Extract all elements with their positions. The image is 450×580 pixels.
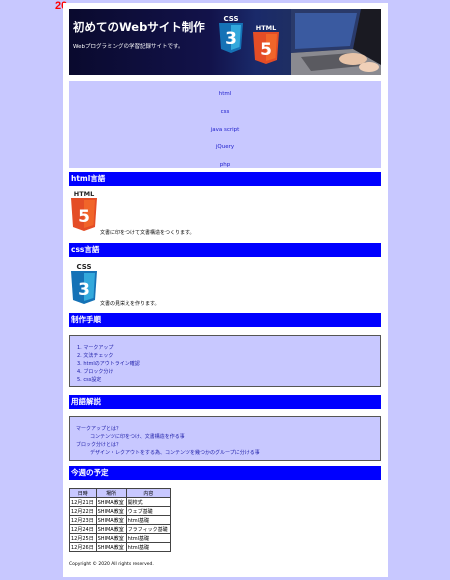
list-item: 3. htmlのアウトライン確認 (77, 361, 140, 367)
table-cell: 12月22日 (69, 506, 97, 516)
table-cell: フラフィック基礎 (125, 524, 172, 534)
table-cell: SHIMA教室 (95, 506, 127, 516)
glossary-term: ブロック分けとは？ (76, 442, 122, 448)
site-subtitle: Webプログラミングの学習記録サイトです。 (73, 44, 184, 50)
nav-link-css[interactable]: css (69, 109, 381, 115)
column-header-content: 内容 (125, 488, 172, 498)
list-item: 1. マークアップ (77, 345, 114, 351)
table-cell: SHIMA教室 (95, 533, 127, 543)
table-cell: SHIMA教室 (95, 497, 127, 507)
svg-text:5: 5 (260, 40, 272, 60)
css-description: 文書の見栄えを作ります。 (100, 301, 160, 307)
table-cell: SHIMA教室 (95, 515, 127, 525)
svg-text:HTML: HTML (74, 190, 94, 198)
svg-text:CSS: CSS (76, 263, 91, 271)
table-cell: html基礎 (125, 515, 172, 525)
glossary-definition: デザイン・レクアウトをする為、コンテンツを幾つかのグループに分ける事 (90, 450, 260, 456)
column-header-date: 日時 (69, 488, 97, 498)
table-row: 12月25日 SHIMA教室 html基礎 (69, 533, 172, 543)
table-row: 12月24日 SHIMA教室 フラフィック基礎 (69, 524, 172, 534)
nav-link-javascript[interactable]: java script (69, 127, 381, 133)
svg-text:5: 5 (78, 207, 90, 227)
table-cell: html基礎 (125, 533, 172, 543)
page-container: 初めてのWebサイト制作 Webプログラミングの学習記録サイトです。 CSS 3… (63, 3, 388, 577)
css3-logo-icon: CSS 3 (219, 15, 243, 53)
section-heading-glossary: 用語解説 (69, 395, 381, 409)
table-cell: SHIMA教室 (95, 542, 127, 552)
list-item: 4. ブロック分け (77, 369, 114, 375)
list-item: 5. css設定 (77, 377, 102, 383)
site-header: 初めてのWebサイト制作 Webプログラミングの学習記録サイトです。 CSS 3… (69, 9, 381, 75)
table-header-row: 日時 場所 内容 (69, 488, 172, 498)
main-navigation: html css java script jQuery php (69, 81, 381, 168)
css3-icon: CSS 3 (71, 263, 97, 304)
table-cell: 開校式 (125, 497, 172, 507)
site-title: 初めてのWebサイト制作 (73, 20, 205, 34)
table-row: 12月26日 SHIMA教室 html基礎 (69, 542, 172, 552)
section-heading-css: css言語 (69, 243, 381, 257)
html-description: 文書に印をつけて文書構造をつくります。 (100, 230, 195, 236)
svg-text:CSS: CSS (223, 15, 238, 23)
steps-box: 1. マークアップ 2. 文法チェック 3. htmlのアウトライン確認 4. … (69, 335, 381, 387)
table-cell: 12月21日 (69, 497, 97, 507)
table-cell: 12月26日 (69, 542, 97, 552)
html5-icon: HTML 5 (71, 190, 97, 231)
table-row: 12月21日 SHIMA教室 開校式 (69, 497, 172, 507)
footer-copyright: Copyright © 2020 All rights reserved. (69, 562, 154, 567)
nav-link-html[interactable]: html (69, 91, 381, 97)
table-row: 12月22日 SHIMA教室 ウェブ基礎 (69, 506, 172, 516)
table-cell: 12月23日 (69, 515, 97, 525)
nav-link-jquery[interactable]: jQuery (69, 144, 381, 150)
schedule-table: 日時 場所 内容 12月21日 SHIMA教室 開校式 12月22日 SHIMA… (69, 488, 172, 552)
svg-text:HTML: HTML (256, 24, 276, 32)
table-cell: 12月24日 (69, 524, 97, 534)
page-inner: 初めてのWebサイト制作 Webプログラミングの学習記録サイトです。 CSS 3… (69, 9, 381, 168)
list-item: 2. 文法チェック (77, 353, 114, 359)
svg-text:3: 3 (225, 29, 237, 49)
html5-logo-icon: HTML 5 (253, 24, 279, 64)
glossary-definition: コンテンツに印をつけ、文書構造を作る事 (90, 434, 185, 440)
table-cell: 12月25日 (69, 533, 97, 543)
section-heading-html: html言語 (69, 172, 381, 186)
svg-text:3: 3 (78, 280, 90, 300)
table-cell: ウェブ基礎 (125, 506, 172, 516)
section-heading-steps: 制作手順 (69, 313, 381, 327)
column-header-place: 場所 (95, 488, 127, 498)
section-heading-schedule: 今週の予定 (69, 466, 381, 480)
laptop-photo-icon (291, 9, 381, 75)
table-cell: html基礎 (125, 542, 172, 552)
nav-link-php[interactable]: php (69, 162, 381, 168)
table-cell: SHIMA教室 (95, 524, 127, 534)
table-row: 12月23日 SHIMA教室 html基礎 (69, 515, 172, 525)
glossary-term: マークアップとは？ (76, 426, 122, 432)
glossary-box: マークアップとは？ コンテンツに印をつけ、文書構造を作る事 ブロック分けとは？ … (69, 416, 381, 461)
